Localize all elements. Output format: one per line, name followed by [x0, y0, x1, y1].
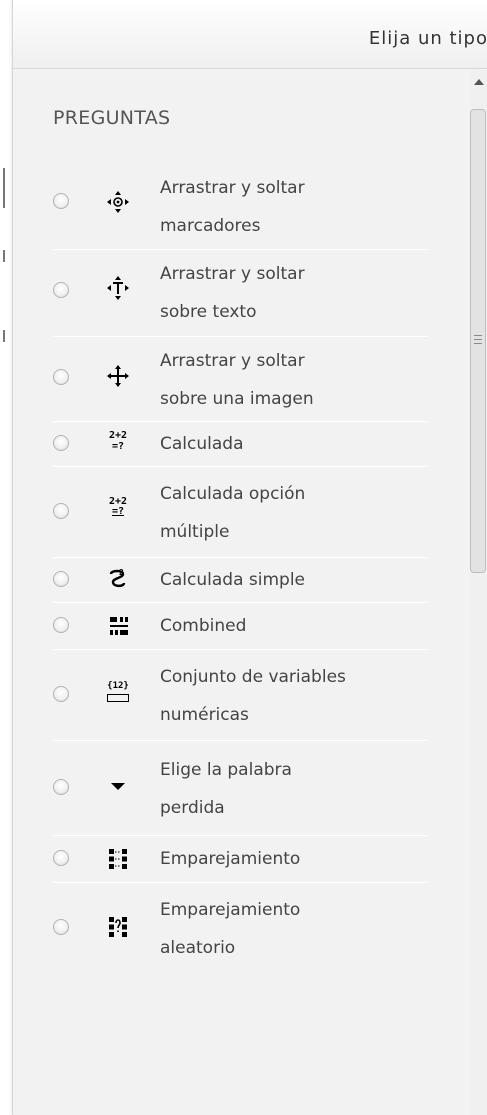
item-label: Combined [160, 616, 247, 636]
matching-icon [105, 846, 131, 872]
item-label: Calculada [160, 434, 244, 454]
scroll-up-arrow-icon[interactable] [474, 79, 484, 85]
dialog-header: Elija un tipo [13, 0, 487, 69]
drag-drop-text-icon [105, 275, 131, 301]
radio-button[interactable] [53, 686, 69, 702]
background-mark [3, 330, 5, 342]
item-label: sobre una imagen [160, 389, 314, 409]
radio-button[interactable] [53, 435, 69, 451]
radio-button[interactable] [53, 369, 69, 385]
list-item-matching[interactable]: Emparejamiento [53, 836, 427, 883]
list-item-drag-drop-image[interactable]: Arrastrar y soltar sobre una imagen [53, 337, 427, 422]
dialog-title: Elija un tipo [368, 28, 487, 49]
section-heading-preguntas: PREGUNTAS [53, 107, 171, 129]
list-item-numeric-variables[interactable]: {12} Conjunto de variables numéricas [53, 650, 427, 741]
item-label: sobre texto [160, 302, 257, 322]
background-mark [3, 168, 5, 208]
radio-button[interactable] [53, 850, 69, 866]
item-label: Arrastrar y soltar [160, 178, 305, 198]
grip-icon [474, 335, 482, 344]
calculated-icon: 2+2 =? [105, 430, 131, 456]
item-label: numéricas [160, 705, 249, 725]
item-label: Arrastrar y soltar [160, 264, 305, 284]
icon-text: 2+2 [108, 430, 128, 441]
item-label: marcadores [160, 216, 261, 236]
list-item-drag-drop-markers[interactable]: Arrastrar y soltar marcadores [53, 169, 427, 250]
item-label: Calculada simple [160, 570, 305, 590]
radio-button[interactable] [53, 503, 69, 519]
random-matching-icon [105, 914, 131, 940]
radio-button[interactable] [53, 571, 69, 587]
input-box-glyph [107, 694, 129, 702]
item-label: aleatorio [160, 938, 236, 958]
background-page-edge [0, 0, 12, 1115]
calculated-simple-icon: 2 [105, 566, 131, 592]
item-label: Arrastrar y soltar [160, 351, 305, 371]
list-item-combined[interactable]: Combined [53, 603, 427, 650]
item-label: Elige la palabra [160, 760, 292, 780]
radio-button[interactable] [53, 779, 69, 795]
numeric-variables-icon: {12} [105, 680, 131, 706]
calculated-multichoice-icon: 2+2 =? [105, 497, 131, 523]
icon-text: {12} [107, 681, 129, 691]
list-item-drag-drop-text[interactable]: Arrastrar y soltar sobre texto [53, 250, 427, 337]
vertical-scrollbar[interactable] [470, 69, 487, 1115]
radio-button[interactable] [53, 282, 69, 298]
drag-drop-markers-icon [105, 189, 131, 215]
list-item-calculated[interactable]: 2+2 =? Calculada [53, 422, 427, 467]
radio-button[interactable] [53, 617, 69, 633]
item-label: Emparejamiento [160, 849, 301, 869]
background-mark [3, 250, 5, 262]
select-missing-word-icon [105, 773, 131, 799]
item-label: Calculada opción [160, 484, 306, 504]
list-item-random-matching[interactable]: Emparejamiento aleatorio [53, 883, 427, 973]
scrollbar-thumb[interactable] [470, 109, 486, 573]
item-label: múltiple [160, 522, 230, 542]
item-label: perdida [160, 798, 225, 818]
radio-button[interactable] [53, 193, 69, 209]
icon-text: =? [111, 441, 125, 452]
svg-text:2: 2 [119, 568, 124, 577]
combined-icon [105, 613, 131, 639]
question-type-list: PREGUNTAS Arrastrar y soltar marcadores [13, 69, 470, 1115]
list-item-select-missing-word[interactable]: Elige la palabra perdida [53, 741, 427, 836]
list-item-calculated-simple[interactable]: 2 Calculada simple [53, 558, 427, 603]
icon-text: =? [111, 506, 125, 517]
drag-drop-image-icon [105, 363, 131, 389]
item-label: Emparejamiento [160, 900, 301, 920]
question-type-chooser-dialog: Elija un tipo PREGUNTAS Arrastrar y solt… [12, 0, 487, 1115]
radio-button[interactable] [53, 919, 69, 935]
item-label: Conjunto de variables [160, 667, 346, 687]
list-item-calculated-multichoice[interactable]: 2+2 =? Calculada opción múltiple [53, 467, 427, 558]
